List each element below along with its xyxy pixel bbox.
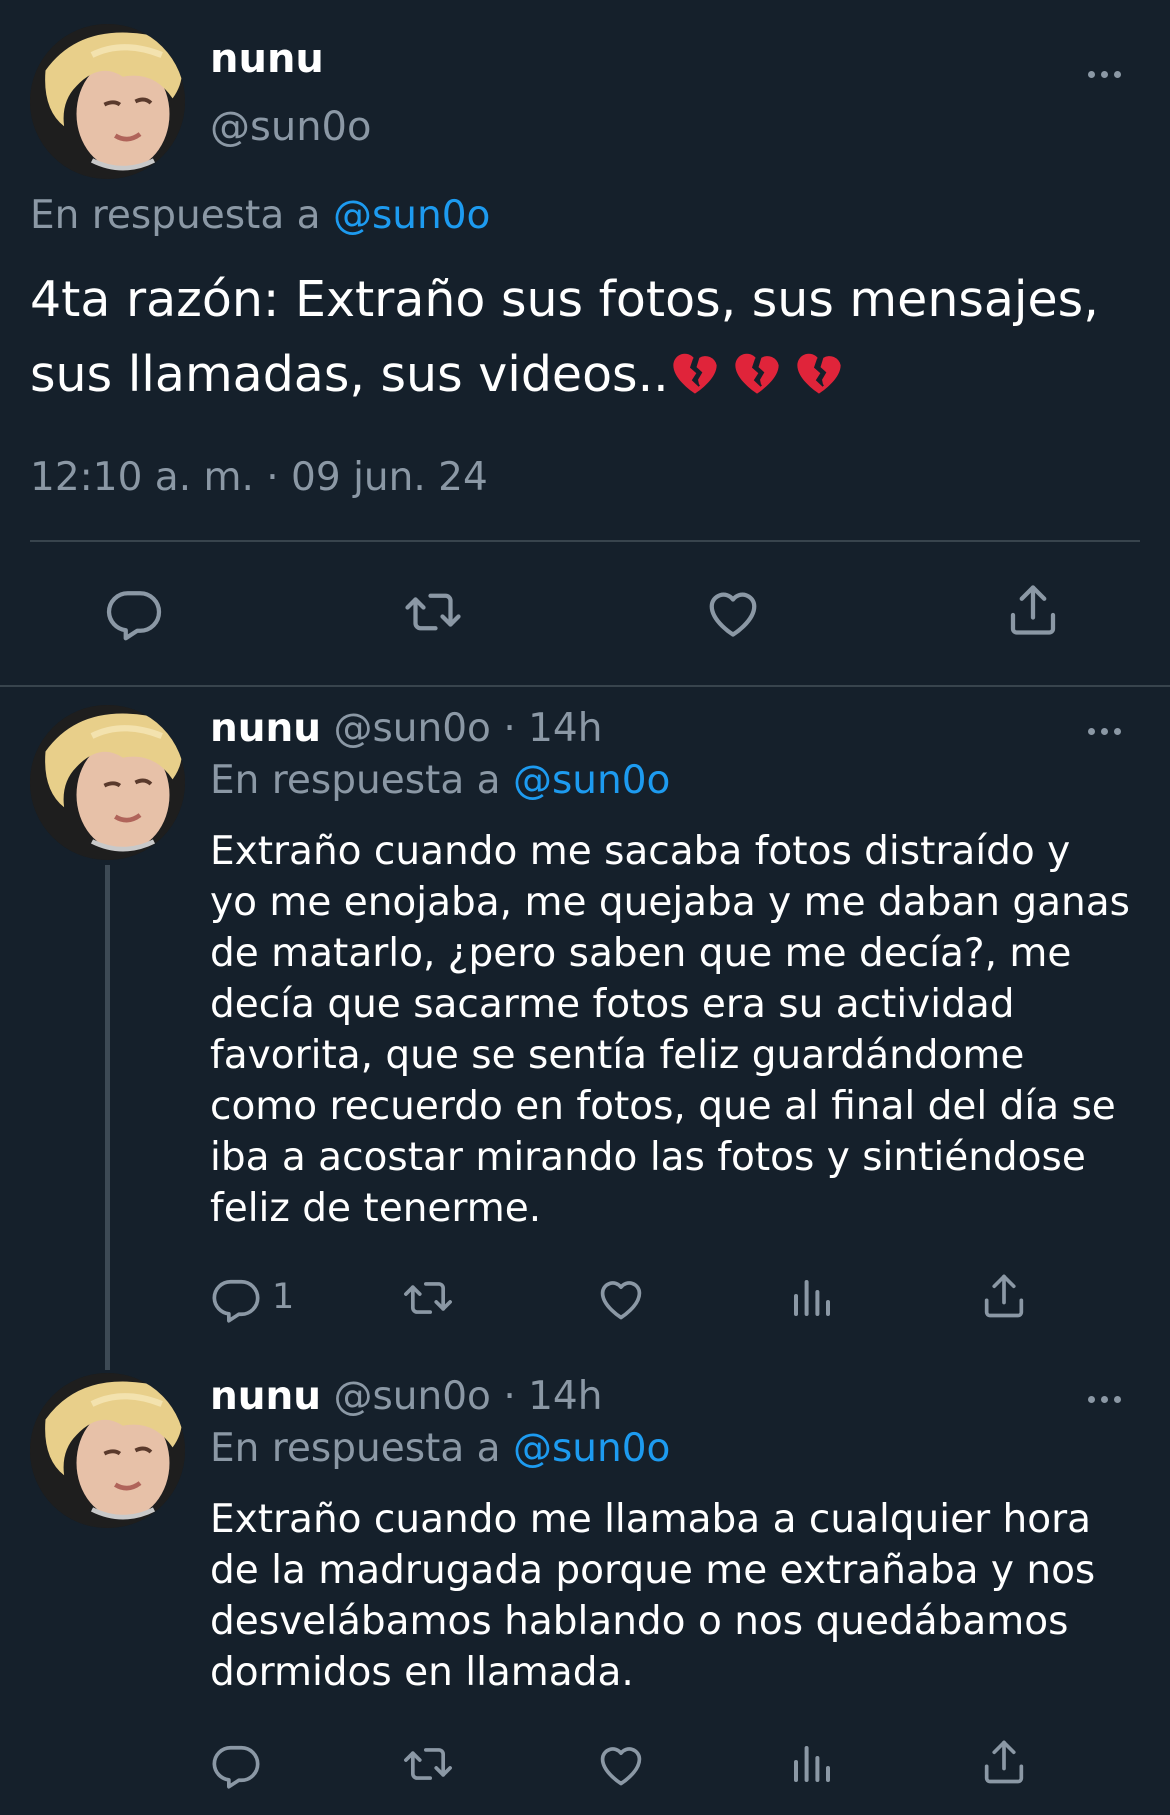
tweet-timestamp[interactable]: 12:10 a. m. · 09 jun. 24 [30, 455, 488, 500]
reply-context: En respuesta a @sun0o [210, 758, 670, 803]
reply-context: En respuesta a @sun0o [30, 193, 490, 238]
tweet-text-line: feliz de tenerme. [210, 1186, 542, 1231]
reply-to-link[interactable]: @sun0o [513, 1426, 670, 1471]
author-handle[interactable]: @sun0o [210, 104, 371, 150]
reply-icon[interactable] [104, 582, 164, 642]
retweet-icon[interactable] [403, 582, 463, 642]
author-handle[interactable]: @sun0o [333, 1374, 490, 1419]
post-time[interactable]: · 14h [503, 706, 602, 751]
broken-heart-icon [669, 345, 721, 420]
views-icon[interactable] [788, 1274, 836, 1322]
tweet-text-line: dormidos en llamada. [210, 1650, 634, 1695]
share-icon[interactable] [1003, 580, 1063, 640]
tweet-text-content: 4ta razón: Extraño sus fotos, sus mensaj… [30, 271, 1099, 403]
reply-to-link[interactable]: @sun0o [513, 758, 670, 803]
broken-heart-icon [731, 345, 783, 420]
reply-icon[interactable] [210, 1738, 262, 1790]
more-icon[interactable] [1088, 71, 1121, 78]
reply-prefix: En respuesta a [210, 1426, 501, 1471]
reply-prefix: En respuesta a [210, 758, 501, 803]
author-name[interactable]: nunu [210, 1374, 321, 1419]
reply-to-link[interactable]: @sun0o [333, 193, 490, 238]
views-icon[interactable] [788, 1740, 836, 1788]
tweet-text: Extraño cuando me llamaba a cualquier ho… [210, 1494, 1160, 1698]
tweet-text-line: favorita, que se sentía feliz guardándom… [210, 1033, 1025, 1078]
reply-count: 1 [272, 1277, 295, 1317]
author-name[interactable]: nunu [210, 36, 324, 82]
tweet-text-line: decía que sacarme fotos era su actividad [210, 982, 1015, 1027]
reply-header: nunu @sun0o · 14h [210, 1374, 602, 1419]
post-time[interactable]: · 14h [503, 1374, 602, 1419]
tweet-text-line: de la madrugada porque me extrañaba y no… [210, 1548, 1096, 1593]
tweet-text-line: como recuerdo en fotos, que al final del… [210, 1084, 1116, 1129]
like-icon[interactable] [595, 1272, 647, 1324]
more-icon[interactable] [1088, 1396, 1121, 1403]
share-icon[interactable] [978, 1736, 1030, 1788]
tweet-text-line: Extraño cuando me llamaba a cualquier ho… [210, 1497, 1092, 1542]
like-icon[interactable] [595, 1738, 647, 1790]
tweet-text: Extraño cuando me sacaba fotos distraído… [210, 826, 1160, 1234]
author-name[interactable]: nunu [210, 706, 321, 751]
share-icon[interactable] [978, 1270, 1030, 1322]
divider [0, 685, 1170, 687]
avatar[interactable] [30, 24, 185, 179]
tweet-text-line: Extraño cuando me sacaba fotos distraído… [210, 829, 1071, 874]
tweet-text-line: yo me enojaba, me quejaba y me daban gan… [210, 880, 1130, 925]
like-icon[interactable] [703, 582, 763, 642]
thread-line [105, 865, 110, 1370]
retweet-icon[interactable] [402, 1738, 454, 1790]
tweet-text-line: de matarlo, ¿pero saben que me decía?, m… [210, 931, 1072, 976]
author-handle[interactable]: @sun0o [333, 706, 490, 751]
more-icon[interactable] [1088, 728, 1121, 735]
retweet-icon[interactable] [402, 1272, 454, 1324]
tweet-text-line: iba a acostar mirando las fotos y sintié… [210, 1135, 1086, 1180]
avatar[interactable] [30, 705, 185, 860]
broken-heart-icon [793, 345, 845, 420]
tweet-text-line: desvelábamos hablando o nos quedábamos [210, 1599, 1069, 1644]
divider [30, 540, 1140, 542]
avatar[interactable] [30, 1373, 185, 1528]
reply-prefix: En respuesta a [30, 193, 321, 238]
reply-icon[interactable] [210, 1272, 262, 1324]
reply-context: En respuesta a @sun0o [210, 1426, 670, 1471]
tweet-text: 4ta razón: Extraño sus fotos, sus mensaj… [30, 262, 1150, 420]
reply-header: nunu @sun0o · 14h [210, 706, 602, 751]
